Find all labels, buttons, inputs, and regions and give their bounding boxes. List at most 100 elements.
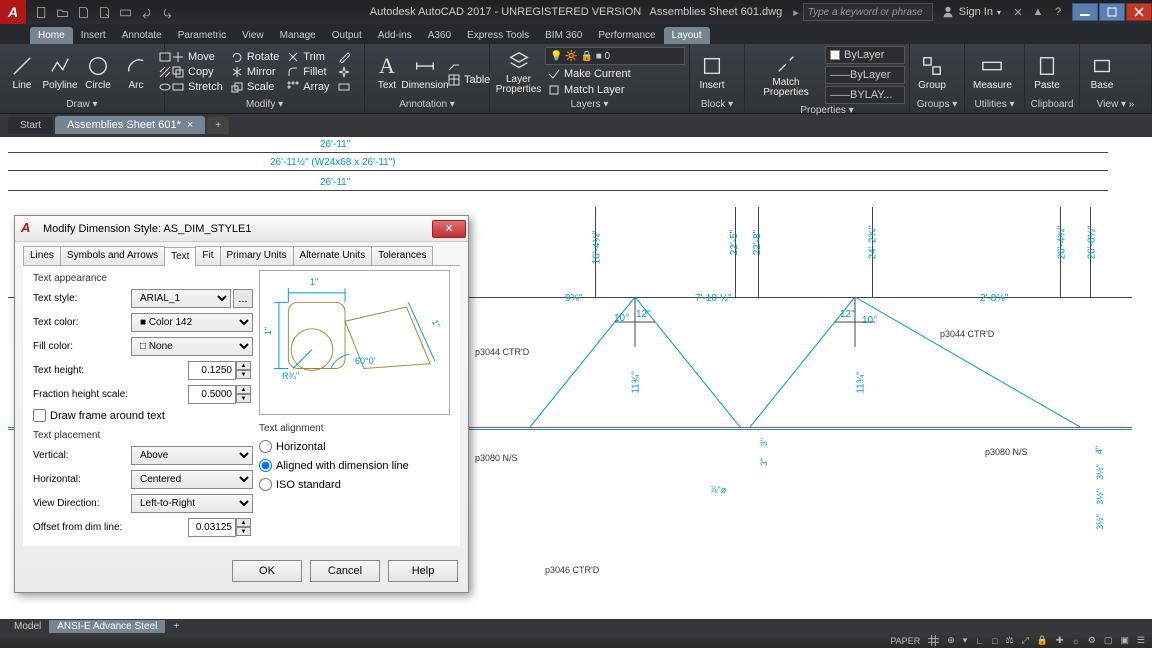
- dlg-tab-lines[interactable]: Lines: [23, 246, 61, 265]
- spin-up[interactable]: ▲: [236, 518, 251, 527]
- draw-frame-checkbox[interactable]: [33, 409, 46, 422]
- panel-draw-label[interactable]: Draw ▾: [4, 98, 160, 111]
- frac-scale-input[interactable]: [188, 385, 236, 404]
- paste-button[interactable]: Paste: [1029, 52, 1065, 93]
- match-props-button[interactable]: Match Properties: [749, 50, 823, 100]
- plus-icon[interactable]: ✚: [1053, 635, 1067, 646]
- spin-down[interactable]: ▼: [236, 527, 251, 536]
- table-button[interactable]: Table: [445, 73, 493, 87]
- layer-props-button[interactable]: Layer Properties: [494, 47, 543, 97]
- radio-iso[interactable]: [259, 478, 272, 491]
- signin-button[interactable]: Sign In▾: [941, 5, 1001, 19]
- doc-tab-start[interactable]: Start: [8, 117, 53, 134]
- explode-icon[interactable]: [335, 65, 353, 79]
- scale-button[interactable]: Scale: [228, 80, 282, 94]
- radio-aligned[interactable]: [259, 459, 272, 472]
- model-tab[interactable]: Model: [6, 620, 49, 633]
- dimension-button[interactable]: Dimension: [407, 52, 443, 93]
- lineweight-dropdown[interactable]: —— ByLayer: [825, 66, 905, 84]
- panel-props-label[interactable]: Properties ▾: [749, 104, 905, 117]
- tab-layout[interactable]: Layout: [664, 27, 710, 44]
- pan-icon[interactable]: ⊕: [944, 635, 958, 646]
- help-button[interactable]: Help: [388, 560, 458, 582]
- measure-button[interactable]: Measure: [969, 52, 1016, 93]
- ansi-tab[interactable]: ANSI-E Advance Steel: [49, 620, 165, 633]
- tab-manage[interactable]: Manage: [272, 27, 324, 44]
- linetype-dropdown[interactable]: —— BYLAY...: [825, 86, 905, 104]
- spin-up[interactable]: ▲: [236, 385, 251, 394]
- close-tab-icon[interactable]: ×: [187, 119, 193, 131]
- fullscreen-icon[interactable]: ▣: [1117, 635, 1132, 646]
- text-style-select[interactable]: ARIAL_1: [131, 289, 231, 308]
- anno-scale-icon[interactable]: ⚖: [1003, 635, 1017, 646]
- move-button[interactable]: Move: [169, 50, 226, 64]
- tab-parametric[interactable]: Parametric: [170, 27, 234, 44]
- hardware-icon[interactable]: ▢: [1101, 635, 1116, 646]
- tab-annotate[interactable]: Annotate: [114, 27, 170, 44]
- stretch-button[interactable]: Stretch: [169, 80, 226, 94]
- panel-clipboard-label[interactable]: Clipboard: [1029, 98, 1075, 111]
- dlg-tab-alternate[interactable]: Alternate Units: [293, 246, 373, 265]
- panel-annotation-label[interactable]: Annotation ▾: [369, 98, 485, 111]
- tab-bim360[interactable]: BIM 360: [537, 27, 590, 44]
- copy-button[interactable]: Copy: [169, 65, 226, 79]
- new-tab-button[interactable]: +: [207, 117, 229, 134]
- array-button[interactable]: Array: [284, 80, 332, 94]
- dlg-tab-tolerances[interactable]: Tolerances: [371, 246, 433, 265]
- isolate-icon[interactable]: ☼: [1069, 636, 1083, 646]
- osnap-icon[interactable]: □: [989, 636, 1000, 646]
- help-icon[interactable]: ?: [1049, 3, 1067, 21]
- new-icon[interactable]: [32, 3, 50, 21]
- close-button[interactable]: [1126, 3, 1152, 21]
- vertical-select[interactable]: Above: [131, 446, 253, 465]
- dlg-tab-fit[interactable]: Fit: [195, 246, 220, 265]
- tab-a360[interactable]: A360: [420, 27, 459, 44]
- radio-horizontal[interactable]: [259, 440, 272, 453]
- spin-down[interactable]: ▼: [236, 394, 251, 403]
- scale-icon[interactable]: ⤢: [1019, 635, 1032, 646]
- save-as-icon[interactable]: [95, 3, 113, 21]
- lock-icon[interactable]: 🔒: [1034, 635, 1051, 646]
- line-button[interactable]: Line: [4, 52, 40, 93]
- ortho-icon[interactable]: ∟: [972, 636, 987, 646]
- text-button[interactable]: AText: [369, 52, 405, 93]
- dialog-close-button[interactable]: ✕: [432, 220, 466, 238]
- dlg-tab-primary[interactable]: Primary Units: [220, 246, 294, 265]
- base-button[interactable]: Base: [1084, 52, 1120, 93]
- cancel-button[interactable]: Cancel: [310, 560, 380, 582]
- tab-home[interactable]: Home: [30, 27, 73, 44]
- grid-icon[interactable]: [925, 635, 942, 646]
- tab-insert[interactable]: Insert: [73, 27, 114, 44]
- make-current-button[interactable]: Make Current: [545, 67, 685, 81]
- dlg-tab-symbols[interactable]: Symbols and Arrows: [60, 246, 165, 265]
- insert-button[interactable]: Insert: [694, 52, 730, 93]
- spin-down[interactable]: ▼: [236, 370, 251, 379]
- text-color-select[interactable]: ■ Color 142: [131, 313, 253, 332]
- horizontal-select[interactable]: Centered: [131, 470, 253, 489]
- snap-icon[interactable]: ▾: [960, 635, 971, 646]
- customize-icon[interactable]: ☰: [1134, 635, 1148, 646]
- minimize-button[interactable]: [1072, 3, 1098, 21]
- leader-icon[interactable]: [445, 58, 493, 72]
- match-layer-button[interactable]: Match Layer: [545, 83, 685, 97]
- save-icon[interactable]: [74, 3, 92, 21]
- undo-icon[interactable]: [137, 3, 155, 21]
- tab-output[interactable]: Output: [324, 27, 370, 44]
- fillet-button[interactable]: Fillet: [284, 65, 332, 79]
- rotate-button[interactable]: Rotate: [228, 50, 282, 64]
- app-icon[interactable]: A: [0, 0, 26, 24]
- tab-express[interactable]: Express Tools: [459, 27, 537, 44]
- panel-layers-label[interactable]: Layers ▾: [494, 98, 685, 111]
- tab-addins[interactable]: Add-ins: [370, 27, 420, 44]
- erase-icon[interactable]: [335, 50, 353, 64]
- open-icon[interactable]: [53, 3, 71, 21]
- search-arrow-icon[interactable]: ▸: [793, 6, 799, 19]
- tab-view[interactable]: View: [234, 27, 272, 44]
- arc-button[interactable]: Arc: [118, 52, 154, 93]
- text-height-input[interactable]: [188, 361, 236, 380]
- plot-icon[interactable]: [116, 3, 134, 21]
- dlg-tab-text[interactable]: Text: [164, 247, 196, 266]
- color-dropdown[interactable]: ByLayer: [825, 46, 905, 64]
- tab-performance[interactable]: Performance: [590, 27, 663, 44]
- panel-modify-label[interactable]: Modify ▾: [169, 98, 360, 111]
